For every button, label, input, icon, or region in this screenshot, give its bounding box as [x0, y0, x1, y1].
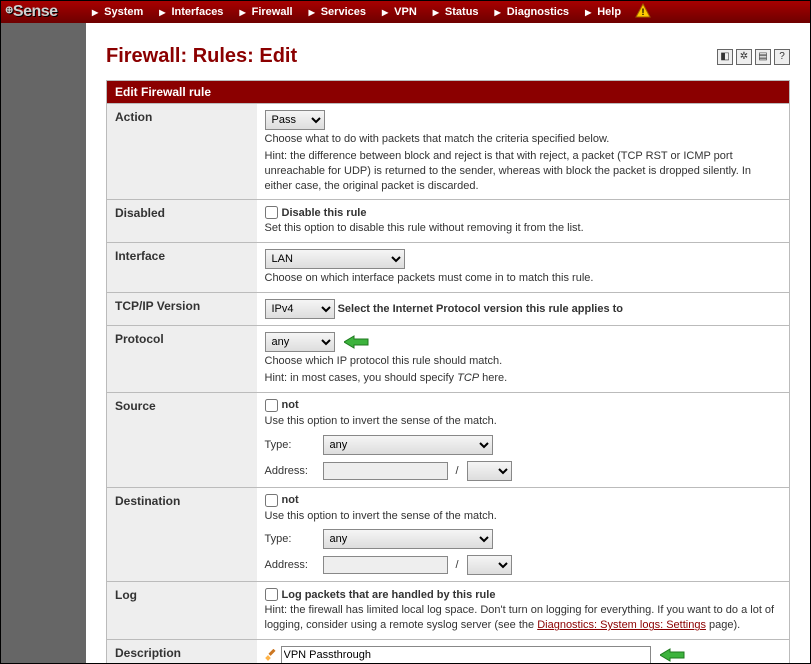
nav-system[interactable]: ▶System — [86, 1, 153, 23]
destination-not-desc: Use this option to invert the sense of t… — [265, 509, 782, 524]
page-title: Firewall: Rules: Edit — [106, 45, 717, 68]
protocol-select[interactable]: any — [265, 332, 335, 352]
arrow-annotation-description — [660, 647, 686, 663]
nav-interfaces[interactable]: ▶Interfaces — [153, 1, 233, 23]
log-checkbox-row[interactable]: Log packets that are handled by this rul… — [265, 589, 496, 601]
action-select[interactable]: Pass — [265, 110, 325, 130]
tcpip-help: Select the Internet Protocol version thi… — [338, 303, 623, 315]
source-addr-input[interactable] — [323, 462, 448, 480]
caret-icon: ▶ — [92, 8, 98, 17]
destination-type-select[interactable]: any — [323, 529, 493, 549]
edit-rule-table: Edit Firewall rule Action Pass Choose wh… — [106, 80, 790, 663]
label-description: Description — [107, 640, 257, 663]
section-header-edit: Edit Firewall rule — [107, 81, 790, 104]
caret-icon: ▶ — [433, 8, 439, 17]
nav-vpn[interactable]: ▶VPN — [376, 1, 427, 23]
caret-icon: ▶ — [585, 8, 591, 17]
slash-label: / — [456, 559, 459, 571]
gear-icon[interactable]: ✲ — [736, 49, 752, 65]
protocol-desc1: Choose which IP protocol this rule shoul… — [265, 354, 782, 369]
svg-text:!: ! — [642, 7, 645, 17]
arrow-annotation-protocol — [344, 334, 370, 350]
disabled-checkbox-row[interactable]: Disable this rule — [265, 207, 367, 219]
destination-not-row[interactable]: not — [265, 494, 299, 506]
list-icon[interactable]: ▤ — [755, 49, 771, 65]
label-log: Log — [107, 582, 257, 640]
source-type-label: Type: — [265, 439, 315, 451]
destination-type-label: Type: — [265, 533, 315, 545]
caret-icon: ▶ — [309, 8, 315, 17]
caret-icon: ▶ — [239, 8, 245, 17]
left-sidebar — [1, 23, 86, 663]
help-icon[interactable]: ? — [774, 49, 790, 65]
disabled-desc: Set this option to disable this rule wit… — [265, 221, 782, 236]
pencil-icon — [265, 649, 277, 661]
toggle-icon[interactable]: ◧ — [717, 49, 733, 65]
action-desc2: Hint: the difference between block and r… — [265, 149, 782, 194]
nav-help[interactable]: ▶Help — [579, 1, 631, 23]
page-action-icons: ◧ ✲ ▤ ? — [717, 49, 790, 65]
caret-icon: ▶ — [495, 8, 501, 17]
nav-firewall[interactable]: ▶Firewall — [233, 1, 302, 23]
log-desc: Hint: the firewall has limited local log… — [265, 603, 782, 633]
source-not-desc: Use this option to invert the sense of t… — [265, 414, 782, 429]
top-nav: ⊕Sense ▶System ▶Interfaces ▶Firewall ▶Se… — [1, 1, 810, 23]
label-interface: Interface — [107, 243, 257, 293]
caret-icon: ▶ — [159, 8, 165, 17]
source-mask-select[interactable] — [467, 461, 512, 481]
label-action: Action — [107, 104, 257, 200]
source-not-row[interactable]: not — [265, 399, 299, 411]
destination-not-checkbox[interactable] — [265, 494, 278, 507]
source-type-select[interactable]: any — [323, 435, 493, 455]
interface-desc: Choose on which interface packets must c… — [265, 271, 782, 286]
interface-select[interactable]: LAN — [265, 249, 405, 269]
source-not-checkbox[interactable] — [265, 399, 278, 412]
disabled-checkbox[interactable] — [265, 206, 278, 219]
caret-icon: ▶ — [382, 8, 388, 17]
action-desc1: Choose what to do with packets that matc… — [265, 132, 782, 147]
source-addr-label: Address: — [265, 465, 315, 477]
label-destination: Destination — [107, 487, 257, 582]
label-source: Source — [107, 392, 257, 487]
tcpip-select[interactable]: IPv4 — [265, 299, 335, 319]
protocol-desc2: Hint: in most cases, you should specify … — [265, 371, 782, 386]
label-disabled: Disabled — [107, 200, 257, 243]
destination-addr-label: Address: — [265, 559, 315, 571]
label-tcpip: TCP/IP Version — [107, 293, 257, 326]
destination-addr-input[interactable] — [323, 556, 448, 574]
nav-services[interactable]: ▶Services — [303, 1, 376, 23]
nav-diagnostics[interactable]: ▶Diagnostics — [489, 1, 580, 23]
description-input[interactable] — [281, 646, 651, 663]
slash-label: / — [456, 465, 459, 477]
nav-status[interactable]: ▶Status — [427, 1, 489, 23]
alert-icon[interactable]: ! — [635, 3, 651, 22]
syslog-settings-link[interactable]: Diagnostics: System logs: Settings — [537, 619, 706, 631]
brand-logo: ⊕Sense — [1, 3, 86, 21]
log-checkbox[interactable] — [265, 588, 278, 601]
label-protocol: Protocol — [107, 326, 257, 393]
destination-mask-select[interactable] — [467, 555, 512, 575]
